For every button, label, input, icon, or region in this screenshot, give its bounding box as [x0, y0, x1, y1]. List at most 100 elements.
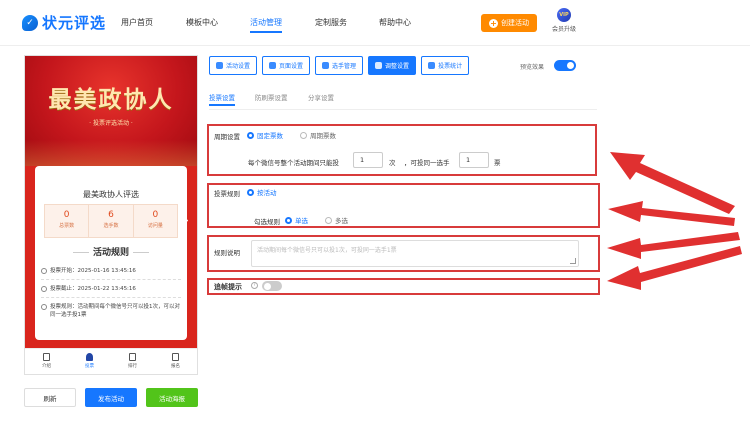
multi-choice-radio[interactable]: 多选	[325, 215, 348, 225]
tab-anti-fraud-settings[interactable]: 防刷票设置	[255, 92, 288, 102]
rule-description-textarea[interactable]: 活动期间每个微信号只可以投1次，可投同一选手1票	[251, 240, 579, 267]
publish-activity-button[interactable]: 发布活动	[85, 388, 137, 407]
block-prompt-label: 追帧提示	[214, 283, 242, 291]
sliders-icon	[375, 62, 383, 69]
tabbar-vote[interactable]: 投票	[68, 349, 111, 374]
tabbar-label: 排行	[128, 364, 137, 369]
tabbar-signup[interactable]: 报名	[154, 349, 197, 374]
logo-icon: ✓	[22, 14, 38, 31]
rule-end-text: 投票截止：2025-01-22 13:45:16	[50, 286, 136, 292]
per-wechat-text: 每个微信号整个活动期间只能投	[248, 159, 339, 167]
votes-unit: 票	[494, 159, 501, 167]
times-unit: 次	[389, 159, 396, 167]
users-icon	[322, 62, 330, 69]
arrow-annotation	[607, 232, 740, 259]
same-player-votes-input[interactable]: 1	[459, 152, 489, 168]
button-label: 调整设置	[385, 63, 410, 70]
radio-label: 多选	[335, 217, 348, 225]
hero-title: 最美政协人	[48, 86, 174, 113]
rule-end: 投票截止：2025-01-22 13:45:16	[41, 285, 183, 293]
activity-poster-button[interactable]: 活动海报	[146, 388, 198, 407]
stat-players: 6 选手数	[89, 205, 134, 237]
check-rule-label: 勾选规则	[254, 218, 280, 226]
person-icon	[86, 353, 93, 361]
stat-visits: 0 访问量	[134, 205, 177, 237]
chart-icon	[428, 62, 436, 69]
stat-value: 6	[108, 210, 114, 220]
create-activity-button[interactable]: + 创建活动	[481, 14, 537, 32]
tabbar-label: 投票	[85, 364, 94, 369]
preview-tabbar: 介绍 投票 排行 报名	[25, 348, 197, 374]
button-label: 投票统计	[438, 63, 463, 70]
times-input[interactable]: 1	[353, 152, 383, 168]
button-label: 活动设置	[226, 63, 251, 70]
activity-settings-button[interactable]: 活动设置	[209, 56, 258, 75]
stat-total-votes: 0 总票数	[45, 205, 90, 237]
doc-icon	[43, 353, 50, 361]
nav-help-center[interactable]: 帮助中心	[379, 17, 411, 28]
logo-text: 状元评选	[42, 14, 107, 32]
player-management-button[interactable]: 选手管理	[315, 56, 364, 75]
divider	[41, 279, 181, 280]
top-header: ✓ 状元评选 用户首页 模板中心 活动管理 定制服务 帮助中心 + 创建活动 V…	[0, 0, 750, 46]
arrow-annotation	[608, 201, 735, 226]
radio-label: 固定票数	[257, 132, 283, 140]
button-label: 页面设置	[279, 63, 304, 70]
vip-icon: VIP	[557, 8, 571, 22]
signup-icon	[172, 353, 179, 361]
hero-subtitle: · 投票评选活动 ·	[89, 120, 133, 127]
gear-icon	[216, 62, 223, 69]
adjust-settings-button[interactable]: 调整设置	[368, 56, 417, 75]
tabbar-ranking[interactable]: 排行	[111, 349, 154, 374]
refresh-button[interactable]: 刷新	[24, 388, 76, 407]
logo[interactable]: ✓ 状元评选	[22, 12, 106, 33]
radio-dot	[285, 216, 292, 224]
clock-icon	[41, 268, 47, 274]
vip-upgrade[interactable]: VIP 会员升级	[551, 8, 577, 33]
stat-value: 0	[152, 210, 159, 220]
rule-vote: 投票规则：活动期间每个微信号只可以投1次，可以对同一选手投1票	[41, 303, 183, 319]
divider	[41, 297, 181, 298]
vote-statistics-button[interactable]: 投票统计	[421, 56, 470, 75]
rules-heading: 活动规则	[35, 245, 187, 258]
tabbar-intro[interactable]: 介绍	[25, 349, 68, 374]
preview-toggle[interactable]	[554, 60, 576, 71]
radio-label: 单选	[295, 217, 308, 225]
radio-label: 按活动	[257, 189, 277, 197]
radio-dot	[247, 131, 254, 139]
clock-icon	[41, 304, 47, 310]
tab-share-settings[interactable]: 分享设置	[308, 92, 334, 102]
clock-icon	[41, 286, 47, 292]
nav-home[interactable]: 用户首页	[121, 17, 153, 28]
info-card: 最美政协人评选 0 总票数 6 选手数 0 访问量 活动规则 投票开始：2025…	[35, 166, 187, 340]
card-title: 最美政协人评选	[83, 190, 139, 199]
vip-label: 会员升级	[551, 26, 576, 33]
page-icon	[269, 62, 277, 69]
page-settings-button[interactable]: 页面设置	[262, 56, 311, 75]
vote-rule-label: 投票规则	[214, 190, 240, 198]
radio-label: 周期票数	[310, 132, 336, 140]
period-cycle-radio[interactable]: 周期票数	[300, 130, 336, 140]
hero-banner: 最美政协人 · 投票评选活动 ·	[25, 56, 197, 166]
rules-heading-text: 活动规则	[92, 248, 129, 258]
arrow-annotation	[607, 246, 742, 290]
arrow-annotation	[610, 152, 735, 214]
rule-vote-text: 投票规则：活动期间每个微信号只可以投1次，可以对同一选手投1票	[50, 304, 181, 318]
block-prompt-toggle[interactable]	[262, 281, 282, 291]
nav-custom-service[interactable]: 定制服务	[315, 17, 347, 28]
rule-start: 投票开始：2025-01-16 13:45:16	[41, 267, 183, 275]
hero-decoration	[25, 140, 197, 166]
single-choice-radio[interactable]: 单选	[285, 215, 308, 225]
same-player-text: ，可投同一选手	[404, 159, 450, 167]
nav-activity-management[interactable]: 活动管理	[250, 17, 282, 33]
rule-by-activity-radio[interactable]: 按活动	[247, 187, 277, 197]
radio-dot	[300, 131, 307, 139]
nav-templates[interactable]: 模板中心	[186, 17, 218, 28]
stat-label: 选手数	[103, 223, 119, 229]
period-fixed-radio[interactable]: 固定票数	[247, 130, 283, 140]
radio-dot	[247, 188, 254, 196]
settings-toolbar: 活动设置 页面设置 选手管理 调整设置 投票统计	[209, 56, 470, 75]
tab-vote-settings[interactable]: 投票设置	[209, 92, 235, 106]
help-icon[interactable]: ?	[251, 282, 258, 289]
create-activity-label: 创建活动	[501, 19, 529, 27]
